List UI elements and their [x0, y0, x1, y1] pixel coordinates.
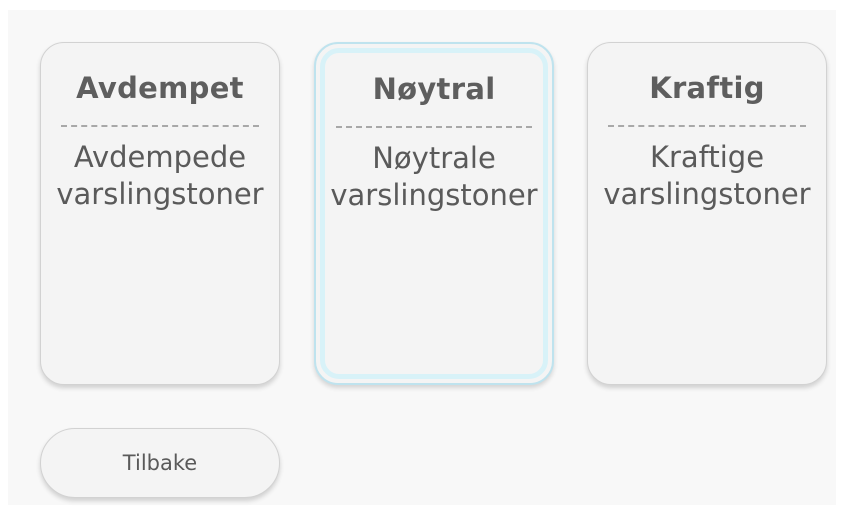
option-description: Kraftige varslingstoner	[603, 140, 811, 211]
option-card-avdempet[interactable]: Avdempet Avdempede varslingstoner	[40, 42, 280, 385]
option-title: Avdempet	[76, 71, 244, 105]
dashed-divider	[608, 125, 806, 127]
option-description: Nøytrale varslingstoner	[330, 141, 538, 212]
dashed-divider	[336, 126, 532, 128]
option-card-kraftig[interactable]: Kraftig Kraftige varslingstoner	[587, 42, 827, 385]
option-description: Avdempede varslingstoner	[56, 140, 264, 211]
back-button[interactable]: Tilbake	[40, 428, 280, 498]
dashed-divider	[61, 125, 259, 127]
option-title: Nøytral	[372, 72, 496, 106]
option-card-noytral[interactable]: Nøytral Nøytrale varslingstoner	[314, 42, 554, 385]
option-title: Kraftig	[649, 71, 765, 105]
